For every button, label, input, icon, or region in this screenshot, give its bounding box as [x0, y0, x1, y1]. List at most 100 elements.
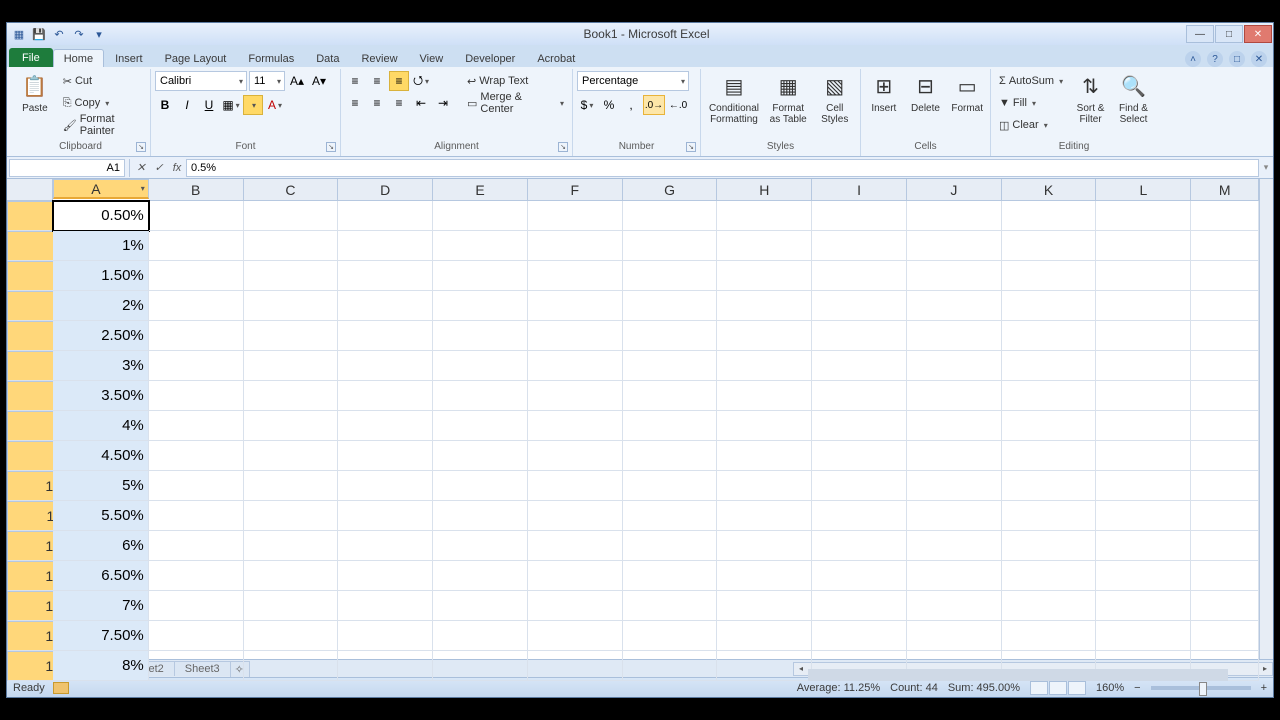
cell-L3[interactable]: [1096, 261, 1191, 291]
cell-K10[interactable]: [1002, 471, 1097, 501]
increase-decimal-button[interactable]: .0→: [643, 95, 665, 115]
cell-K15[interactable]: [1002, 621, 1097, 651]
cell-J6[interactable]: [907, 351, 1002, 381]
cell-M12[interactable]: [1191, 531, 1259, 561]
cell-J14[interactable]: [907, 591, 1002, 621]
cell-I8[interactable]: [812, 411, 907, 441]
cell-E11[interactable]: [433, 501, 528, 531]
cell-C1[interactable]: [244, 201, 339, 231]
tab-home[interactable]: Home: [53, 49, 104, 67]
cell-J5[interactable]: [907, 321, 1002, 351]
cell-A6[interactable]: 3%: [53, 351, 149, 381]
cell-A5[interactable]: 2.50%: [53, 321, 149, 351]
vertical-scrollbar[interactable]: [1259, 179, 1273, 659]
cell-F16[interactable]: [528, 651, 623, 681]
cell-A16[interactable]: 8%: [53, 651, 149, 681]
cell-F3[interactable]: [528, 261, 623, 291]
cell-F15[interactable]: [528, 621, 623, 651]
cell-D16[interactable]: [338, 651, 433, 681]
cell-J12[interactable]: [907, 531, 1002, 561]
cell-G1[interactable]: [623, 201, 718, 231]
cell-G7[interactable]: [623, 381, 718, 411]
name-box[interactable]: A1: [9, 159, 125, 177]
cell-A11[interactable]: 5.50%: [53, 501, 149, 531]
cell-G12[interactable]: [623, 531, 718, 561]
cell-B4[interactable]: [149, 291, 244, 321]
cell-I4[interactable]: [812, 291, 907, 321]
cell-J4[interactable]: [907, 291, 1002, 321]
cell-I15[interactable]: [812, 621, 907, 651]
column-header-H[interactable]: H: [717, 179, 812, 201]
cell-B14[interactable]: [149, 591, 244, 621]
cell-B2[interactable]: [149, 231, 244, 261]
cell-I3[interactable]: [812, 261, 907, 291]
cell-F4[interactable]: [528, 291, 623, 321]
cell-H7[interactable]: [717, 381, 812, 411]
column-header-E[interactable]: E: [433, 179, 528, 201]
cell-C15[interactable]: [244, 621, 339, 651]
decrease-indent-button[interactable]: ⇤: [411, 93, 431, 113]
cell-K7[interactable]: [1002, 381, 1097, 411]
page-break-view-button[interactable]: [1068, 681, 1086, 695]
cell-L4[interactable]: [1096, 291, 1191, 321]
cell-D1[interactable]: [338, 201, 433, 231]
cell-L10[interactable]: [1096, 471, 1191, 501]
cell-G9[interactable]: [623, 441, 718, 471]
zoom-slider[interactable]: [1151, 686, 1251, 690]
column-header-I[interactable]: I: [812, 179, 907, 201]
cell-F12[interactable]: [528, 531, 623, 561]
cell-M2[interactable]: [1191, 231, 1259, 261]
align-left-button[interactable]: ≡: [345, 93, 365, 113]
cell-J2[interactable]: [907, 231, 1002, 261]
cell-I12[interactable]: [812, 531, 907, 561]
shrink-font-button[interactable]: A▾: [309, 71, 329, 91]
maximize-button[interactable]: □: [1215, 25, 1243, 43]
cell-D13[interactable]: [338, 561, 433, 591]
cell-G6[interactable]: [623, 351, 718, 381]
cell-B1[interactable]: [149, 201, 244, 231]
insert-cells-button[interactable]: ⊞Insert: [865, 71, 903, 116]
cell-G4[interactable]: [623, 291, 718, 321]
align-top-button[interactable]: ≡: [345, 71, 365, 91]
column-header-J[interactable]: J: [907, 179, 1002, 201]
cell-H9[interactable]: [717, 441, 812, 471]
cell-C6[interactable]: [244, 351, 339, 381]
cell-I9[interactable]: [812, 441, 907, 471]
cell-M11[interactable]: [1191, 501, 1259, 531]
cell-J10[interactable]: [907, 471, 1002, 501]
cell-G15[interactable]: [623, 621, 718, 651]
select-all-corner[interactable]: [7, 179, 53, 201]
number-format-select[interactable]: Percentage: [577, 71, 689, 91]
column-header-L[interactable]: L: [1096, 179, 1191, 201]
cell-F8[interactable]: [528, 411, 623, 441]
comma-button[interactable]: ,: [621, 95, 641, 115]
close-button[interactable]: ✕: [1244, 25, 1272, 43]
cell-E5[interactable]: [433, 321, 528, 351]
cell-A9[interactable]: 4.50%: [53, 441, 149, 471]
tab-file[interactable]: File: [9, 48, 53, 67]
cell-C10[interactable]: [244, 471, 339, 501]
normal-view-button[interactable]: [1030, 681, 1048, 695]
cell-F10[interactable]: [528, 471, 623, 501]
save-icon[interactable]: 💾: [31, 26, 47, 42]
cell-H11[interactable]: [717, 501, 812, 531]
cell-D2[interactable]: [338, 231, 433, 261]
cell-F6[interactable]: [528, 351, 623, 381]
cell-C11[interactable]: [244, 501, 339, 531]
cell-E15[interactable]: [433, 621, 528, 651]
increase-indent-button[interactable]: ⇥: [433, 93, 453, 113]
cell-M10[interactable]: [1191, 471, 1259, 501]
tab-page-layout[interactable]: Page Layout: [154, 49, 238, 67]
cell-H2[interactable]: [717, 231, 812, 261]
cell-H3[interactable]: [717, 261, 812, 291]
cell-H1[interactable]: [717, 201, 812, 231]
cell-E8[interactable]: [433, 411, 528, 441]
cell-A10[interactable]: 5%: [53, 471, 149, 501]
cell-A13[interactable]: 6.50%: [53, 561, 149, 591]
cell-I13[interactable]: [812, 561, 907, 591]
cell-F1[interactable]: [528, 201, 623, 231]
cell-D3[interactable]: [338, 261, 433, 291]
cell-A8[interactable]: 4%: [53, 411, 149, 441]
cell-J13[interactable]: [907, 561, 1002, 591]
column-header-D[interactable]: D: [338, 179, 433, 201]
